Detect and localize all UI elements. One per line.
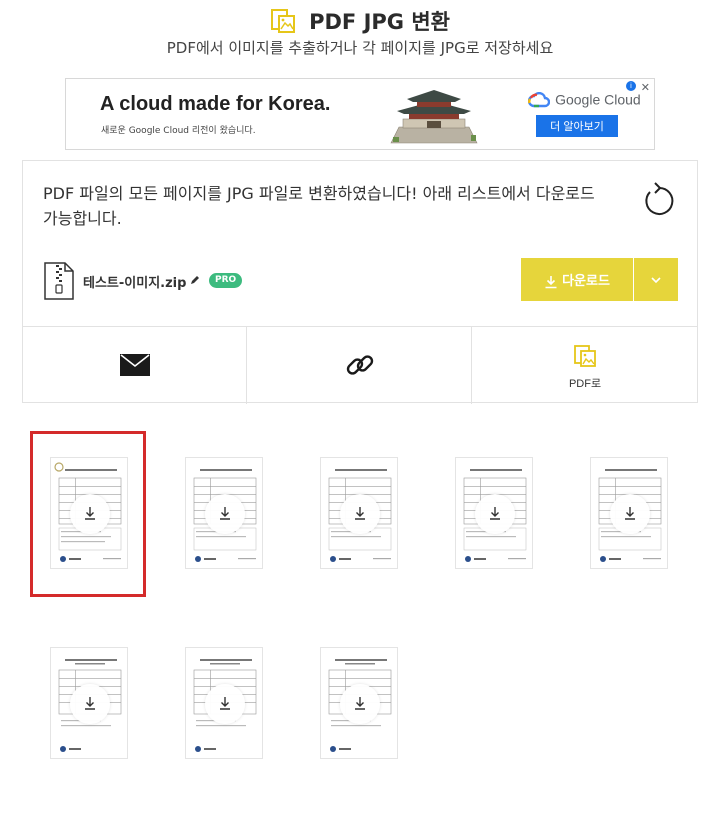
copy-link-button[interactable] — [248, 327, 472, 404]
download-label: 다운로드 — [562, 273, 610, 288]
page-thumbnail[interactable] — [455, 457, 533, 569]
download-icon — [220, 507, 230, 520]
image-to-pdf-icon — [574, 345, 596, 367]
title-row: PDF JPG 변환 — [0, 6, 720, 36]
thumbnail-download-button[interactable] — [205, 684, 245, 724]
google-cloud-icon — [527, 91, 551, 107]
page-thumbnail[interactable] — [185, 647, 263, 759]
download-icon — [85, 697, 95, 710]
envelope-icon — [119, 354, 150, 376]
restart-button[interactable] — [639, 179, 679, 219]
download-icon — [355, 697, 365, 710]
page-header: PDF JPG 변환 PDF에서 이미지를 추출하거나 각 페이지를 JPG로 … — [0, 0, 720, 64]
download-icon — [355, 507, 365, 520]
ad-close-icon[interactable]: ✕ — [641, 81, 650, 94]
download-icon — [490, 507, 500, 520]
pdf-to-image-icon — [271, 9, 296, 33]
page-thumbnail[interactable] — [590, 457, 668, 569]
page-thumbnail[interactable] — [320, 647, 398, 759]
zip-file-icon — [44, 262, 74, 300]
thumbnail-download-button[interactable] — [340, 684, 380, 724]
ad-info-icon[interactable]: i — [626, 81, 636, 91]
thumbnail-download-button[interactable] — [70, 684, 110, 724]
download-icon — [220, 697, 230, 710]
google-cloud-logo: Google Cloud — [527, 89, 641, 109]
ad-banner[interactable]: A cloud made for Korea. 새로운 Google Cloud… — [65, 78, 655, 150]
pencil-icon[interactable] — [189, 274, 201, 286]
result-panel: PDF 파일의 모든 페이지를 JPG 파일로 변환하였습니다! 아래 리스트에… — [22, 160, 698, 404]
page-thumbnail[interactable] — [185, 457, 263, 569]
to-pdf-button[interactable]: PDF로 — [473, 327, 697, 404]
ad-subtext: 새로운 Google Cloud 리전이 왔습니다. — [101, 126, 256, 136]
page-thumbnail[interactable] — [320, 457, 398, 569]
ad-learn-more-button[interactable]: 더 알아보기 — [536, 115, 618, 137]
selection-highlight — [30, 431, 146, 597]
download-icon — [625, 507, 635, 520]
to-pdf-label: PDF로 — [568, 378, 602, 390]
download-options-button[interactable] — [634, 258, 678, 301]
page-title: PDF JPG 변환 — [309, 10, 450, 34]
page-thumbnail[interactable] — [50, 647, 128, 759]
thumbnail-download-button[interactable] — [340, 494, 380, 534]
download-icon — [545, 275, 557, 288]
email-button[interactable] — [23, 327, 247, 404]
download-button[interactable]: 다운로드 — [521, 258, 633, 301]
link-icon — [346, 355, 373, 375]
thumbnail-download-button[interactable] — [475, 494, 515, 534]
ad-headline[interactable]: A cloud made for Korea. — [100, 93, 330, 116]
thumbnail-download-button[interactable] — [205, 494, 245, 534]
thumbnail-download-button[interactable] — [610, 494, 650, 534]
result-message: PDF 파일의 모든 페이지를 JPG 파일로 변환하였습니다! 아래 리스트에… — [43, 184, 595, 228]
google-cloud-logo-text: Google Cloud — [555, 91, 641, 108]
file-name[interactable]: 테스트-이미지.zip — [83, 272, 186, 291]
ad-palace-image — [390, 90, 478, 144]
page-subtitle: PDF에서 이미지를 추출하거나 각 페이지를 JPG로 저장하세요 — [166, 39, 554, 57]
share-actions: PDF로 — [23, 326, 697, 404]
restart-icon — [645, 182, 674, 215]
pro-badge: PRO — [209, 273, 243, 288]
chevron-down-icon — [651, 277, 661, 284]
